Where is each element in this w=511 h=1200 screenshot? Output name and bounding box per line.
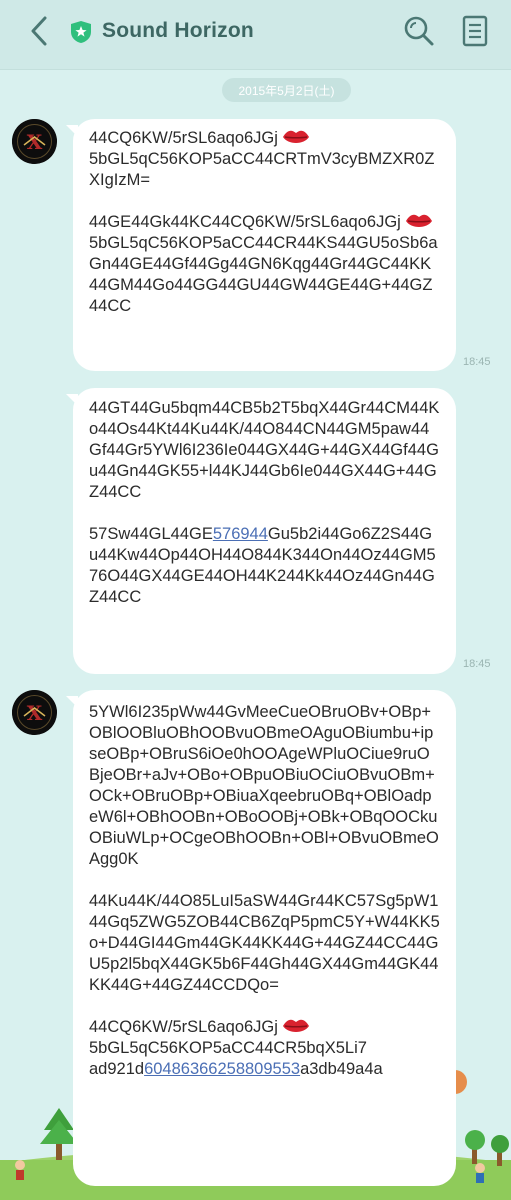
chat-title: Sound Horizon [102, 19, 254, 42]
message-bubble[interactable]: 5YWl6I235pWw44GvMeeCueOBruOBv+OBp+OBlOOB… [66, 690, 456, 1186]
chat-header: Sound Horizon [0, 0, 511, 70]
avatar[interactable]: Ⅹ [12, 119, 57, 164]
back-arrow-icon[interactable] [26, 14, 54, 48]
message-time: 18:45 [463, 658, 491, 670]
phone-link[interactable]: 576944 [213, 525, 268, 543]
avatar[interactable]: Ⅹ [12, 690, 57, 735]
avatar-logo-icon: Ⅹ [12, 119, 57, 164]
avatar-logo-icon: Ⅹ [12, 690, 57, 735]
message-text: 44GT44Gu5bqm44CB5b2T5bqX44Gr44CM44Ko44Os… [89, 399, 440, 606]
lips-emoji-icon [282, 130, 309, 143]
lips-emoji-icon [282, 1019, 309, 1032]
search-icon[interactable] [402, 14, 436, 48]
menu-list-icon[interactable] [461, 15, 489, 47]
phone-link[interactable]: 60486366258809553 [144, 1060, 300, 1078]
message-text: 5YWl6I235pWw44GvMeeCueOBruOBv+OBp+OBlOOB… [89, 703, 440, 1078]
date-separator: 2015年5月2日(土) [222, 78, 351, 102]
message-text: 44CQ6KW/5rSL6aqo6JGj 5bGL5qC56KOP5aCC44C… [89, 129, 438, 315]
message-time: 18:45 [463, 356, 491, 368]
message-bubble[interactable]: 44GT44Gu5bqm44CB5b2T5bqX44Gr44CM44Ko44Os… [66, 388, 456, 674]
character-icon [15, 1160, 25, 1180]
character-icon [475, 1163, 485, 1183]
message-bubble[interactable]: 44CQ6KW/5rSL6aqo6JGj 5bGL5qC56KOP5aCC44C… [66, 119, 456, 371]
shield-star-icon [71, 21, 91, 43]
lips-emoji-icon [405, 214, 432, 227]
